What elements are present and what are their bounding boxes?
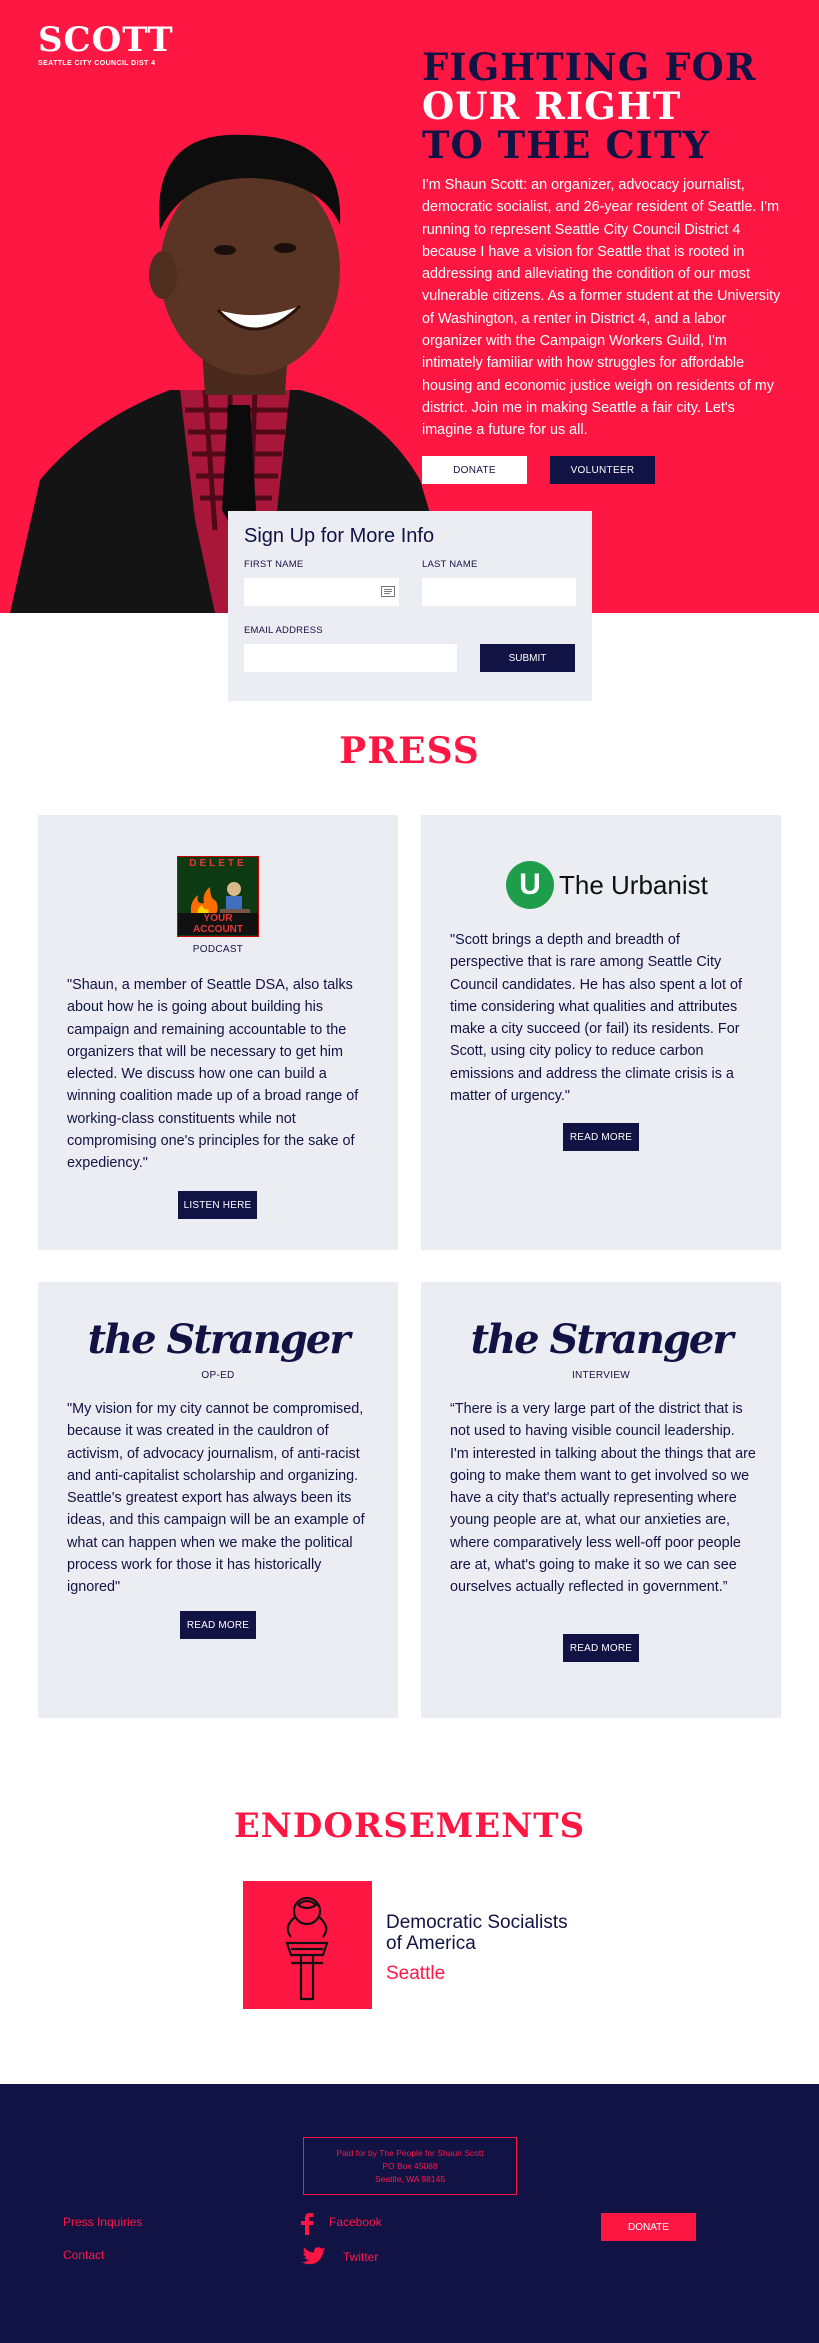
press-quote-interview: “There is a very large part of the distr…	[450, 1401, 756, 1596]
listen-here-button[interactable]: LISTEN HERE	[178, 1191, 257, 1219]
hero-headline: FIGHTING FOR OUR RIGHT TO THE CITY	[422, 48, 802, 165]
facebook-link[interactable]: Facebook	[329, 2215, 382, 2229]
rose-fist-icon	[285, 1896, 329, 2001]
signup-title: Sign Up for More Info	[244, 525, 435, 547]
submit-button[interactable]: SUBMIT	[480, 644, 575, 672]
podcast-logo: DELETE YOUR ACCOUNT	[177, 856, 259, 937]
logo-name: SCOTT	[38, 20, 174, 60]
page: SCOTT SEATTLE CITY COUNCIL DIST 4 FIGHTI…	[0, 0, 819, 2343]
last-name-label: LAST NAME	[422, 559, 478, 570]
press-card-urbanist: U The Urbanist "Scott brings a depth and…	[421, 815, 781, 1250]
email-label: EMAIL ADDRESS	[244, 625, 323, 636]
paid-line-2: PO Box 45088	[382, 2161, 438, 2171]
twitter-link[interactable]: Twitter	[343, 2250, 378, 2264]
interview-read-more-button[interactable]: READ MORE	[563, 1634, 639, 1662]
press-card-stranger-oped: the Stranger OP-ED "My vision for my cit…	[38, 1282, 398, 1718]
press-card-stranger-interview: the Stranger INTERVIEW “There is a very …	[421, 1282, 781, 1718]
hero-volunteer-button[interactable]: VOLUNTEER	[550, 456, 655, 484]
press-card-podcast: DELETE YOUR ACCOUNT PODCAST "Shaun, a me…	[38, 815, 398, 1250]
press-kind-oped: OP-ED	[201, 1370, 235, 1381]
headline-line-1: FIGHTING FOR	[422, 45, 757, 89]
press-quote-oped: "My vision for my city cannot be comprom…	[67, 1401, 365, 1596]
press-quote-urbanist: "Scott brings a depth and breadth of per…	[450, 932, 742, 1105]
paid-line-3: Seattle, WA 98145	[374, 2174, 446, 2184]
urbanist-read-more-button[interactable]: READ MORE	[563, 1123, 639, 1151]
endorsements-title: ENDORSEMENTS	[233, 1806, 586, 1846]
oped-read-more-button[interactable]: READ MORE	[180, 1611, 256, 1639]
urbanist-u-icon: U	[506, 861, 554, 909]
podcast-logo-bottom: YOUR ACCOUNT	[178, 913, 258, 935]
site-footer: Paid for by The People for Shaun Scott P…	[0, 2084, 819, 2343]
headline-line-3: TO THE CITY	[422, 123, 710, 167]
signup-form: Sign Up for More Info FIRST NAME LAST NA…	[228, 511, 592, 701]
press-inquiries-link[interactable]: Press Inquiries	[63, 2215, 142, 2229]
contact-link[interactable]: Contact	[63, 2248, 104, 2262]
press-kind-interview: INTERVIEW	[571, 1370, 631, 1381]
press-title: PRESS	[339, 730, 480, 772]
urbanist-logo-text: The Urbanist	[559, 870, 708, 900]
contact-card-icon	[381, 586, 395, 597]
dsa-logo[interactable]	[243, 1881, 372, 2009]
press-quote-podcast: "Shaun, a member of Seattle DSA, also ta…	[67, 977, 359, 1172]
hero-donate-button[interactable]: DONATE	[422, 456, 527, 484]
stranger-logo: the Stranger	[87, 1316, 351, 1363]
urbanist-logo: U The Urbanist	[506, 860, 726, 910]
paid-line-1: Paid for by The People for Shaun Scott	[336, 2148, 484, 2158]
paid-for-notice: Paid for by The People for Shaun Scott P…	[303, 2137, 517, 2195]
headline-line-2: OUR RIGHT	[422, 84, 682, 128]
press-kind-podcast: PODCAST	[192, 944, 244, 955]
stranger-logo: the Stranger	[470, 1316, 734, 1363]
dsa-org-city: Seattle	[386, 1963, 446, 1984]
podcast-logo-top: DELETE	[189, 858, 247, 869]
first-name-label: FIRST NAME	[244, 559, 304, 570]
twitter-icon[interactable]	[302, 2247, 326, 2267]
dsa-org-name: Democratic Socialists of America	[386, 1912, 568, 1954]
email-field[interactable]	[244, 644, 457, 672]
hero-bio: I'm Shaun Scott: an organizer, advocacy …	[422, 177, 781, 439]
footer-donate-button[interactable]: DONATE	[601, 2213, 696, 2241]
facebook-icon[interactable]	[300, 2213, 314, 2235]
first-name-field[interactable]	[244, 578, 399, 606]
last-name-field[interactable]	[422, 578, 576, 606]
